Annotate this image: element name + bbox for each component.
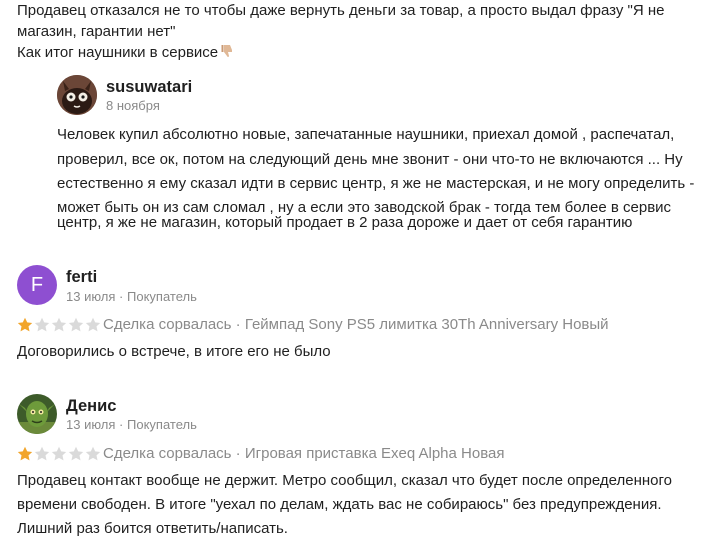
avatar[interactable] <box>57 75 97 115</box>
star-icon <box>85 317 101 332</box>
deal-status: Сделка сорвалась <box>103 445 232 462</box>
star-icon <box>68 446 84 461</box>
avatar[interactable]: F <box>17 265 57 305</box>
star-icon <box>51 446 67 461</box>
reviewer-role: Покупатель <box>127 417 197 432</box>
review-text-line: Как итог наушники в сервисе <box>17 41 235 67</box>
star-icon <box>17 446 33 461</box>
review-meta: 13 июля · Покупатель <box>66 289 197 304</box>
avatar[interactable] <box>17 394 57 434</box>
review-date: 13 июля <box>66 417 116 432</box>
star-icon <box>68 317 84 332</box>
star-icon <box>51 317 67 332</box>
review-text-line: Продавец контакт вообще не держит. Метро… <box>17 472 672 489</box>
deal-info: Сделка сорвалась · Игровая приставка Exe… <box>103 445 505 462</box>
reply-text-line: Человек купил абсолютно новые, запечатан… <box>57 126 675 143</box>
deal-info: Сделка сорвалась · Геймпад Sony PS5 лими… <box>103 316 609 333</box>
review-date: 13 июля <box>66 289 116 304</box>
thumbs-down-icon <box>221 42 235 67</box>
review-text-line: Лишний раз боится ответить/написать. <box>17 520 288 537</box>
review-text-line: Договорились о встрече, в итоге его не б… <box>17 343 331 360</box>
reviewer-role: Покупатель <box>127 289 197 304</box>
deal-item[interactable]: Геймпад Sony PS5 лимитка 30Th Anniversar… <box>245 316 609 333</box>
review-text-line: времени свободен. В итоге "уехал по дела… <box>17 496 662 513</box>
star-icon <box>85 446 101 461</box>
deal-item[interactable]: Игровая приставка Exeq Alpha Новая <box>245 445 505 462</box>
rating-stars <box>17 446 101 462</box>
reply-text-line: центр, я же не магазин, который продает … <box>57 214 633 231</box>
reviewer-name[interactable]: Денис <box>66 397 116 416</box>
star-icon <box>17 317 33 332</box>
reply-date: 8 ноября <box>106 98 160 113</box>
reviewer-name[interactable]: ferti <box>66 268 97 287</box>
review-meta: 13 июля · Покупатель <box>66 417 197 432</box>
review-text-line-content: Как итог наушники в сервисе <box>17 44 219 61</box>
star-icon <box>34 446 50 461</box>
deal-status: Сделка сорвалась <box>103 316 232 333</box>
reply-text-line: естественно я ему сказал идти в сервис ц… <box>57 175 695 192</box>
rating-stars <box>17 317 101 333</box>
seller-name[interactable]: susuwatari <box>106 78 192 97</box>
star-icon <box>34 317 50 332</box>
reply-text-line: проверил, все ок, потом на следующий ден… <box>57 151 683 168</box>
